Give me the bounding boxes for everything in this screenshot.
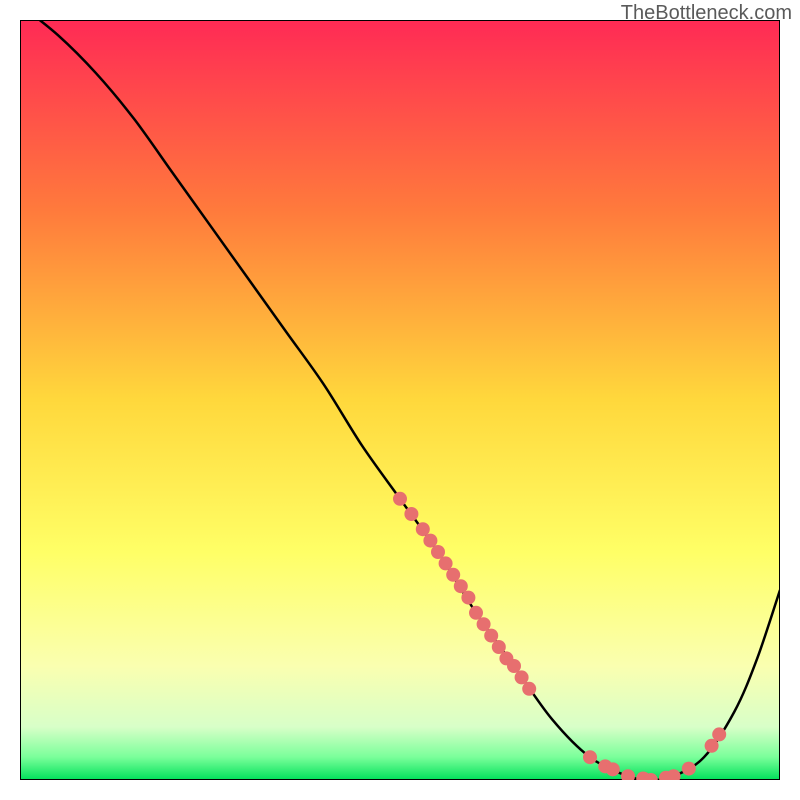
chart-container (20, 20, 780, 780)
data-point (712, 727, 726, 741)
data-point (431, 545, 445, 559)
data-point (469, 606, 483, 620)
data-point (446, 568, 460, 582)
data-point (423, 534, 437, 548)
data-point (461, 591, 475, 605)
data-point (439, 556, 453, 570)
data-point (507, 659, 521, 673)
data-point (416, 522, 430, 536)
data-point (492, 640, 506, 654)
data-point (583, 750, 597, 764)
data-point (522, 682, 536, 696)
data-point (454, 579, 468, 593)
data-point (404, 507, 418, 521)
data-point (705, 739, 719, 753)
data-point (477, 617, 491, 631)
data-point (393, 492, 407, 506)
gradient-background (20, 20, 780, 780)
data-point (606, 762, 620, 776)
data-point (515, 670, 529, 684)
data-point (682, 762, 696, 776)
watermark-text: TheBottleneck.com (621, 2, 792, 25)
data-point (484, 629, 498, 643)
bottleneck-chart (20, 20, 780, 780)
